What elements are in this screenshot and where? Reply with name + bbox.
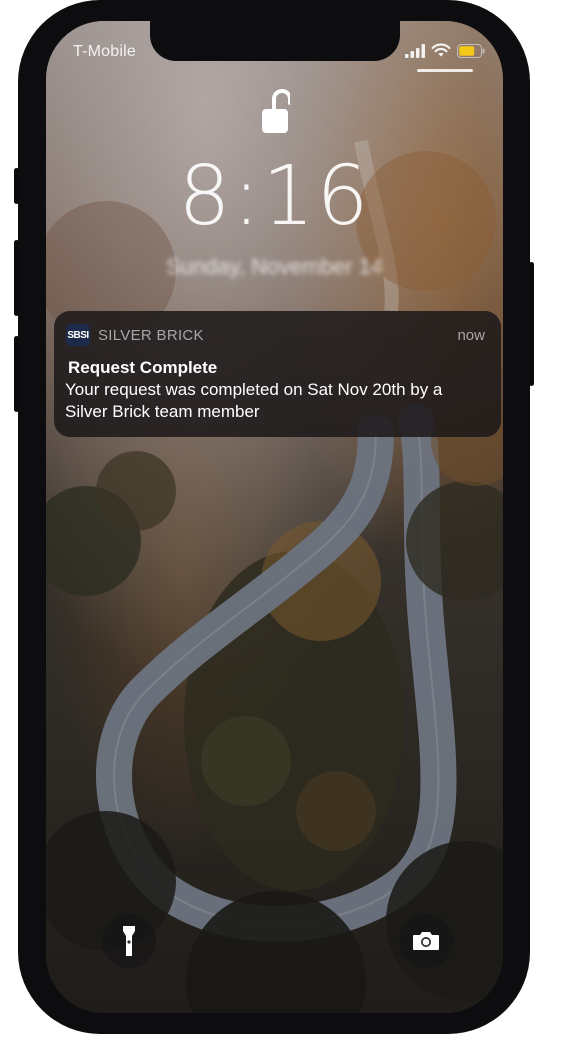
signal-bars-icon xyxy=(405,43,425,58)
volume-down-button xyxy=(14,336,19,412)
lock-screen-date: Sunday, November 14 xyxy=(165,254,384,279)
notification-app-name: SILVER BRICK xyxy=(98,327,204,344)
notification-time: now xyxy=(457,327,485,344)
power-button xyxy=(529,262,534,386)
silent-switch xyxy=(14,168,19,204)
control-center-indicator[interactable] xyxy=(417,69,473,72)
carrier-label: T-Mobile xyxy=(73,43,136,60)
battery-icon xyxy=(457,43,485,58)
lock-screen: T-Mobile 8:16 Sunday, November 14 SBSI S… xyxy=(46,21,503,1013)
flashlight-button[interactable] xyxy=(102,914,156,968)
volume-up-button xyxy=(14,240,19,316)
flashlight-icon xyxy=(123,926,135,956)
status-icons xyxy=(405,43,485,58)
wifi-icon xyxy=(431,43,451,57)
notification-card[interactable]: SBSI SILVER BRICK now Request Complete Y… xyxy=(54,311,501,437)
notification-title: Request Complete xyxy=(68,358,218,377)
lock-screen-time: 8:16 xyxy=(178,149,371,244)
camera-button[interactable] xyxy=(399,914,453,968)
notch xyxy=(150,21,400,61)
silver-brick-app-icon: SBSI xyxy=(66,324,90,346)
unlocked-padlock-icon xyxy=(262,89,290,133)
notification-body: Your request was completed on Sat Nov 20… xyxy=(65,380,443,421)
camera-icon xyxy=(413,932,439,950)
